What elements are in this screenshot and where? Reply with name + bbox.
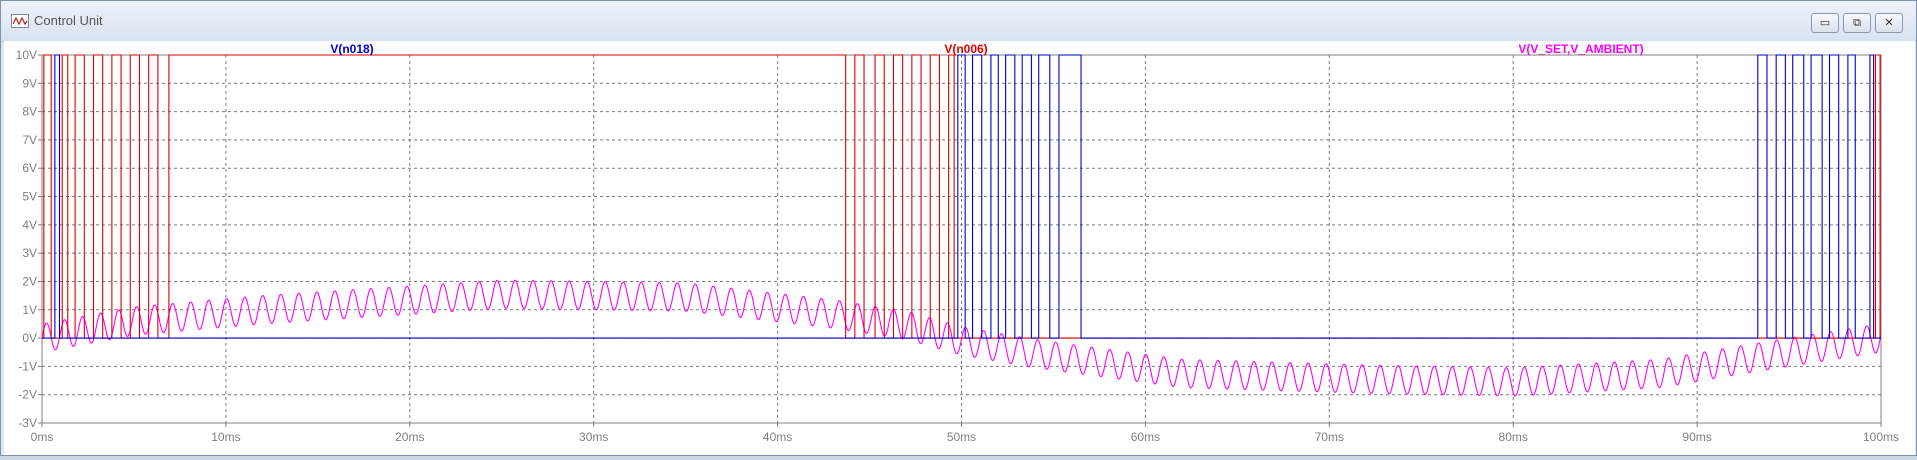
legend-entry: V(n018) xyxy=(330,42,373,56)
y-tick-label: 10V xyxy=(16,48,37,62)
y-tick-label: 9V xyxy=(22,76,37,90)
plot-area[interactable]: 10V 9V 8V 7V 6V 5V 4V 3V 2V 1V 0V -1V -2V -3V 0ms 10ms 2… xyxy=(4,41,1915,455)
y-tick-label: 0V xyxy=(22,331,37,345)
y-tick-label: 7V xyxy=(22,133,37,147)
waveform-icon xyxy=(11,14,29,28)
waveform-chart[interactable]: 10V 9V 8V 7V 6V 5V 4V 3V 2V 1V 0V -1V -2V -3V0ms 10ms 2… xyxy=(4,41,1915,455)
x-tick-label: 0ms xyxy=(31,430,54,444)
title-bar[interactable]: Control Unit ▭ ⧉ ✕ xyxy=(1,1,1916,42)
window-title: Control Unit xyxy=(34,13,103,28)
y-tick-label: -3V xyxy=(18,416,37,430)
y-tick-label: 4V xyxy=(22,218,37,232)
x-tick-label: 40ms xyxy=(763,430,792,444)
y-tick-label: 3V xyxy=(22,246,37,260)
restore-icon: ⧉ xyxy=(1853,16,1861,29)
y-tick-label: 6V xyxy=(22,161,37,175)
legend-entry: V(V_SET,V_AMBIENT) xyxy=(1518,42,1643,56)
y-tick-label: 8V xyxy=(22,105,37,119)
x-tick-label: 60ms xyxy=(1131,430,1160,444)
minimize-button[interactable]: ▭ xyxy=(1811,13,1839,33)
x-tick-label: 50ms xyxy=(947,430,976,444)
y-tick-label: 2V xyxy=(22,274,37,288)
minimize-icon: ▭ xyxy=(1819,16,1831,29)
x-tick-label: 80ms xyxy=(1499,430,1528,444)
y-tick-label: -1V xyxy=(18,359,37,373)
close-icon: ✕ xyxy=(1884,16,1894,29)
y-tick-label: -2V xyxy=(18,388,37,402)
restore-button[interactable]: ⧉ xyxy=(1843,13,1871,33)
x-tick-label: 30ms xyxy=(579,430,608,444)
x-tick-label: 90ms xyxy=(1682,430,1711,444)
close-button[interactable]: ✕ xyxy=(1875,13,1903,33)
legend-entry: V(n006) xyxy=(944,42,987,56)
y-tick-label: 1V xyxy=(22,303,37,317)
x-tick-label: 10ms xyxy=(211,430,240,444)
y-tick-label: 5V xyxy=(22,190,37,204)
x-tick-label: 70ms xyxy=(1315,430,1344,444)
x-tick-label: 20ms xyxy=(395,430,424,444)
plot-window: Control Unit ▭ ⧉ ✕ 10V 9V 8V 7V 6V 5V 4V 3V 2V 1V… xyxy=(0,0,1917,456)
x-tick-label: 100ms xyxy=(1863,430,1899,444)
